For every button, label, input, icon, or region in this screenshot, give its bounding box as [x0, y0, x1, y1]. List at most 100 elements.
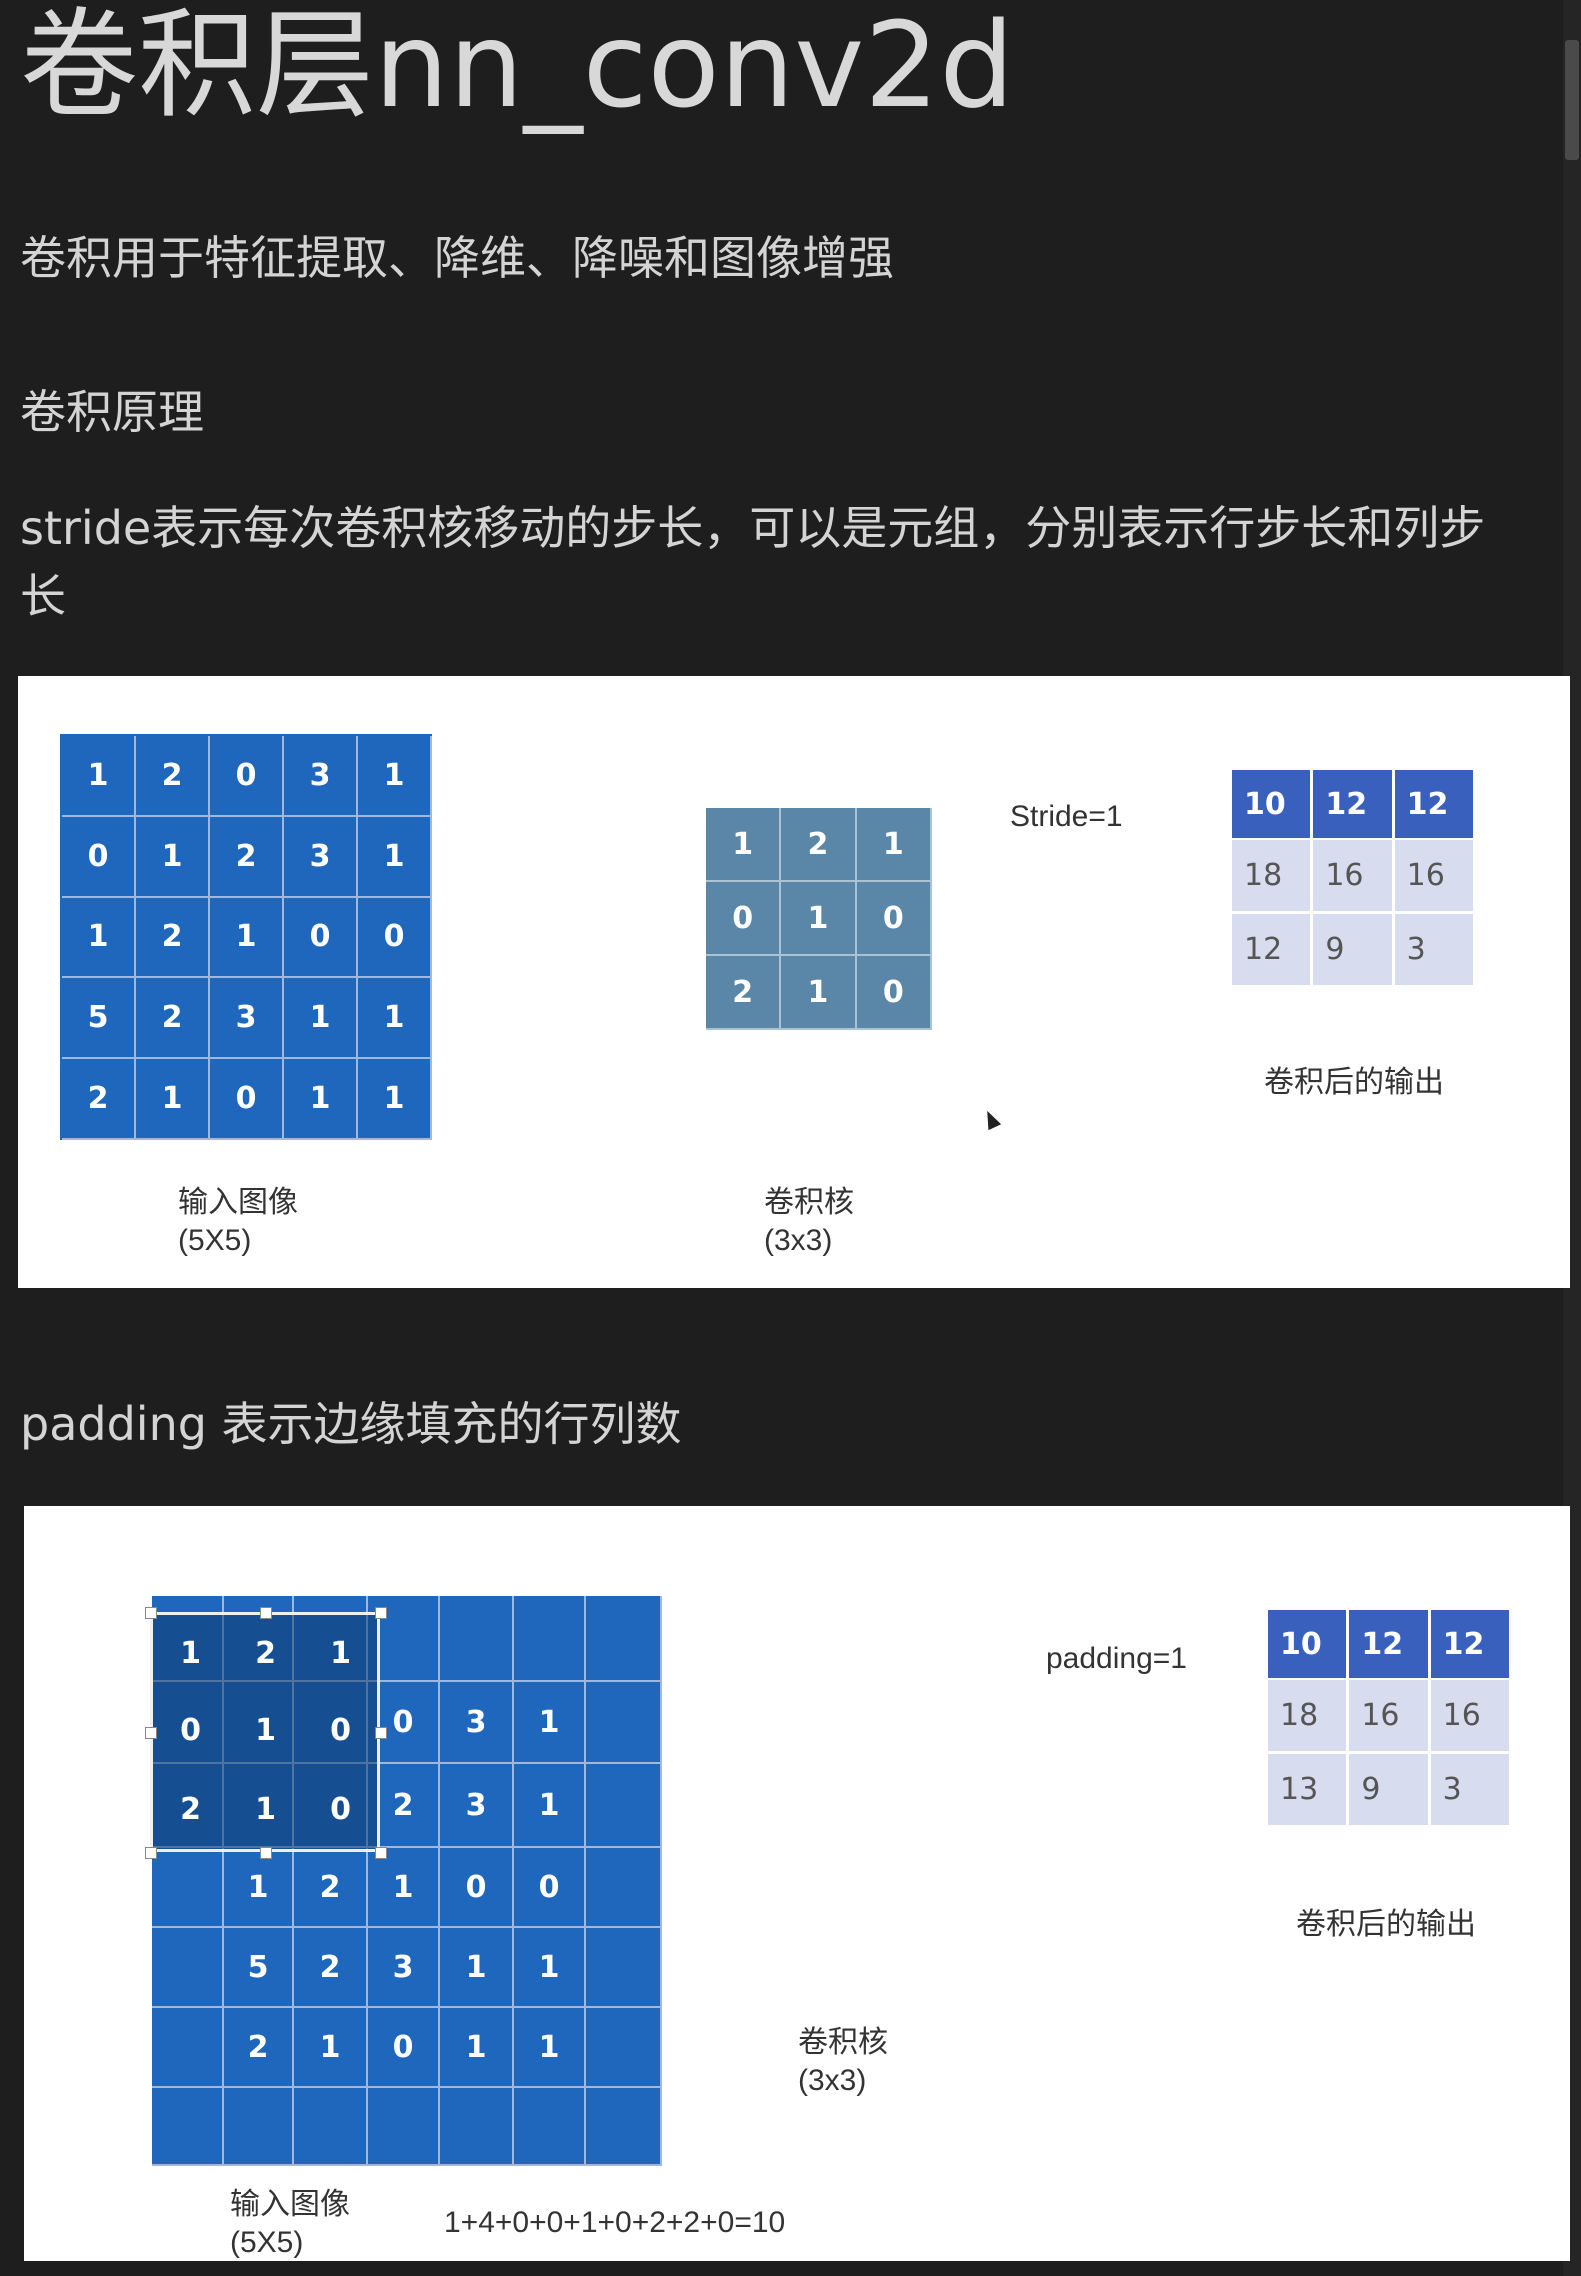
resize-handle[interactable]: [375, 1847, 387, 1859]
padded-input-cell: 3: [440, 1682, 514, 1764]
kernel-matrix: 121010210: [706, 808, 932, 1030]
input-cell: 1: [358, 816, 432, 898]
output-cell: 13: [1268, 1754, 1350, 1828]
output-cell: 12: [1349, 1610, 1431, 1680]
padded-input-cell: 5: [224, 1928, 294, 2008]
output-label: 卷积后的输出: [1264, 1066, 1444, 1099]
formula-text: 1+4+0+0+1+0+2+2+0=10: [444, 2206, 786, 2239]
padding-figure: 031231121005231121011 121010210 输入图像 (5X…: [24, 1506, 1570, 2261]
output-row: 12 9 3: [1232, 914, 1476, 988]
output-cell: 3: [1430, 1754, 1512, 1828]
input-cell: 2: [210, 816, 284, 898]
kernel-cell: 1: [856, 808, 932, 882]
input-cell: 1: [284, 1059, 358, 1140]
input-cell: 0: [62, 816, 136, 898]
padded-input-cell: [224, 2088, 294, 2166]
kernel-overlay-cell: 0: [180, 1712, 201, 1748]
kernel-label: 卷积核: [798, 2026, 888, 2059]
padded-input-cell: [586, 2008, 662, 2088]
output-cell: 16: [1394, 840, 1476, 914]
output-cell: 12: [1394, 770, 1476, 840]
output-label: 卷积后的输出: [1296, 1908, 1476, 1941]
output-cell: 12: [1430, 1610, 1512, 1680]
padded-input-cell: [152, 1928, 224, 2008]
input-cell: 1: [284, 978, 358, 1060]
padded-input-cell: [586, 1596, 662, 1682]
padded-input-cell: [440, 2088, 514, 2166]
resize-handle[interactable]: [145, 1727, 157, 1739]
padded-input-cell: [586, 1848, 662, 1928]
kernel-overlay-cell: 1: [180, 1635, 201, 1671]
resize-handle[interactable]: [145, 1607, 157, 1619]
padded-input-cell: 1: [368, 1848, 440, 1928]
resize-handle[interactable]: [375, 1607, 387, 1619]
input-cell: 2: [62, 1059, 136, 1140]
kernel-overlay-cell: 2: [180, 1791, 201, 1827]
kernel-overlay-cell: 0: [330, 1791, 351, 1827]
resize-handle[interactable]: [375, 1727, 387, 1739]
kernel-overlay: 1 2 1 0 1 0 2 1 0: [150, 1612, 380, 1852]
input-cell: 2: [136, 978, 210, 1060]
padded-input-cell: [514, 2088, 586, 2166]
kernel-overlay-cell: 1: [330, 1635, 351, 1671]
stride-paragraph-line1: stride表示每次卷积核移动的步长，可以是元组，分别表示行步长和列步: [20, 501, 1486, 555]
output-cell: 18: [1268, 1680, 1350, 1754]
input-label: 输入图像: [230, 2188, 350, 2221]
padding-paragraph: padding 表示边缘填充的行列数: [20, 1397, 682, 1451]
resize-handle[interactable]: [145, 1847, 157, 1859]
output-cell: 16: [1349, 1680, 1431, 1754]
input-cell: 1: [62, 897, 136, 979]
input-cell: 1: [358, 736, 432, 817]
kernel-overlay-cell: 1: [255, 1712, 276, 1748]
stride-paragraph-line2: 长: [20, 569, 66, 623]
padded-input-cell: 2: [294, 1928, 368, 2008]
input-cell: 3: [284, 736, 358, 817]
stride-figure: 1203101231121005231121011 输入图像 (5X5) 121…: [18, 676, 1570, 1288]
input-cell: 1: [136, 1059, 210, 1140]
padded-input-cell: [294, 2088, 368, 2166]
input-cell: 3: [284, 816, 358, 898]
scrollbar-thumb[interactable]: [1565, 40, 1579, 160]
padded-input-cell: [152, 1848, 224, 1928]
input-cell: 1: [62, 736, 136, 817]
resize-handle[interactable]: [260, 1607, 272, 1619]
input-cell: 0: [284, 897, 358, 979]
padded-input-cell: [440, 1596, 514, 1682]
input-cell: 0: [210, 736, 284, 817]
padded-input-cell: 1: [514, 2008, 586, 2088]
output-cell: 12: [1313, 770, 1395, 840]
principle-heading: 卷积原理: [20, 385, 204, 439]
padded-input-cell: 1: [440, 2008, 514, 2088]
mouse-cursor-icon: [980, 1107, 1002, 1131]
padded-input-cell: [152, 2088, 224, 2166]
padded-input-cell: 2: [224, 2008, 294, 2088]
padded-input-cell: 1: [514, 1682, 586, 1764]
kernel-cell: 0: [856, 956, 932, 1030]
intro-paragraph: 卷积用于特征提取、降维、降噪和图像增强: [20, 231, 894, 285]
padded-input-cell: [586, 1682, 662, 1764]
output-cell: 9: [1313, 914, 1395, 988]
output-row: 18 16 16: [1268, 1680, 1512, 1754]
input-cell: 5: [62, 978, 136, 1060]
output-row: 18 16 16: [1232, 840, 1476, 914]
kernel-overlay-cell: 1: [255, 1791, 276, 1827]
input-cell: 0: [358, 897, 432, 979]
resize-handle[interactable]: [260, 1847, 272, 1859]
output-cell: 10: [1268, 1610, 1350, 1680]
output-cell: 12: [1232, 914, 1314, 988]
padded-input-cell: 1: [514, 1764, 586, 1848]
padded-input-cell: [586, 2088, 662, 2166]
input-size: (5X5): [178, 1224, 252, 1257]
output-row: 10 12 12: [1232, 770, 1476, 840]
padded-input-cell: 1: [514, 1928, 586, 2008]
input-cell: 1: [136, 816, 210, 898]
padded-input-cell: 3: [440, 1764, 514, 1848]
output-cell: 16: [1313, 840, 1395, 914]
kernel-size: (3x3): [764, 1224, 833, 1257]
input-cell: 1: [358, 978, 432, 1060]
input-cell: 2: [136, 897, 210, 979]
input-cell: 1: [358, 1059, 432, 1140]
kernel-size: (3x3): [798, 2064, 867, 2097]
output-cell: 16: [1430, 1680, 1512, 1754]
kernel-cell: 2: [781, 808, 857, 882]
